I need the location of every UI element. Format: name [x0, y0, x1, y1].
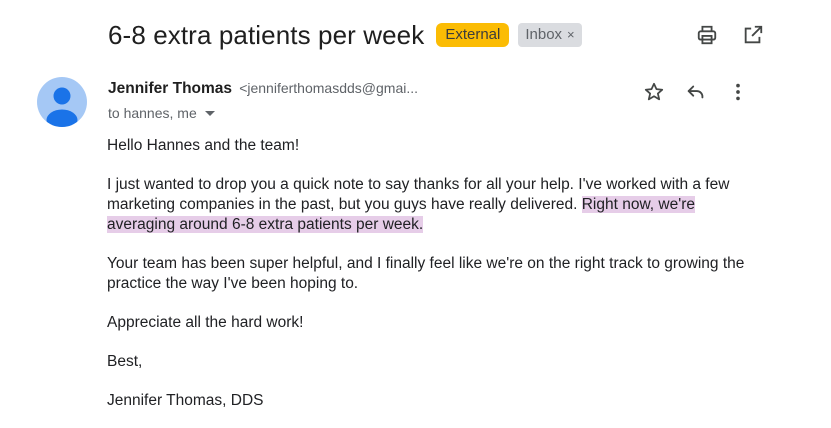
sender-avatar[interactable] [37, 77, 87, 127]
sender-line: Jennifer Thomas <jenniferthomasdds@gmai.… [108, 80, 418, 98]
external-label-badge: External [436, 23, 510, 47]
closing: Best, [107, 353, 143, 370]
inbox-label-badge[interactable]: Inbox × [518, 23, 582, 47]
subject-row: 6-8 extra patients per week External Inb… [108, 16, 582, 54]
greeting: Hello Hannes and the team! [107, 137, 300, 154]
remove-label-button[interactable]: × [567, 26, 575, 43]
recipients-text: to hannes, me [108, 105, 197, 121]
signature: Jennifer Thomas, DDS [107, 392, 264, 409]
email-body: Hello Hannes and the team! I just wanted… [107, 136, 757, 428]
star-icon[interactable] [641, 79, 667, 105]
open-in-new-window-icon[interactable] [740, 22, 766, 48]
sender-email: <jenniferthomasdds@gmai... [239, 80, 419, 96]
thread-toolbar [694, 22, 766, 48]
more-vertical-icon[interactable] [725, 79, 751, 105]
default-avatar-icon [46, 87, 78, 127]
body-paragraph-3: Appreciate all the hard work! [107, 314, 304, 331]
chevron-down-icon[interactable] [204, 110, 215, 116]
body-paragraph-2: Your team has been super helpful, and I … [107, 255, 745, 292]
print-icon[interactable] [694, 22, 720, 48]
message-actions [641, 79, 751, 105]
recipients-line: to hannes, me [108, 105, 215, 121]
email-view: 6-8 extra patients per week External Inb… [0, 0, 831, 428]
body-paragraph-1: I just wanted to drop you a quick note t… [107, 175, 757, 235]
sender-name[interactable]: Jennifer Thomas [108, 80, 232, 97]
reply-icon[interactable] [683, 79, 709, 105]
email-subject: 6-8 extra patients per week [108, 19, 425, 50]
inbox-label-text: Inbox [525, 26, 563, 43]
